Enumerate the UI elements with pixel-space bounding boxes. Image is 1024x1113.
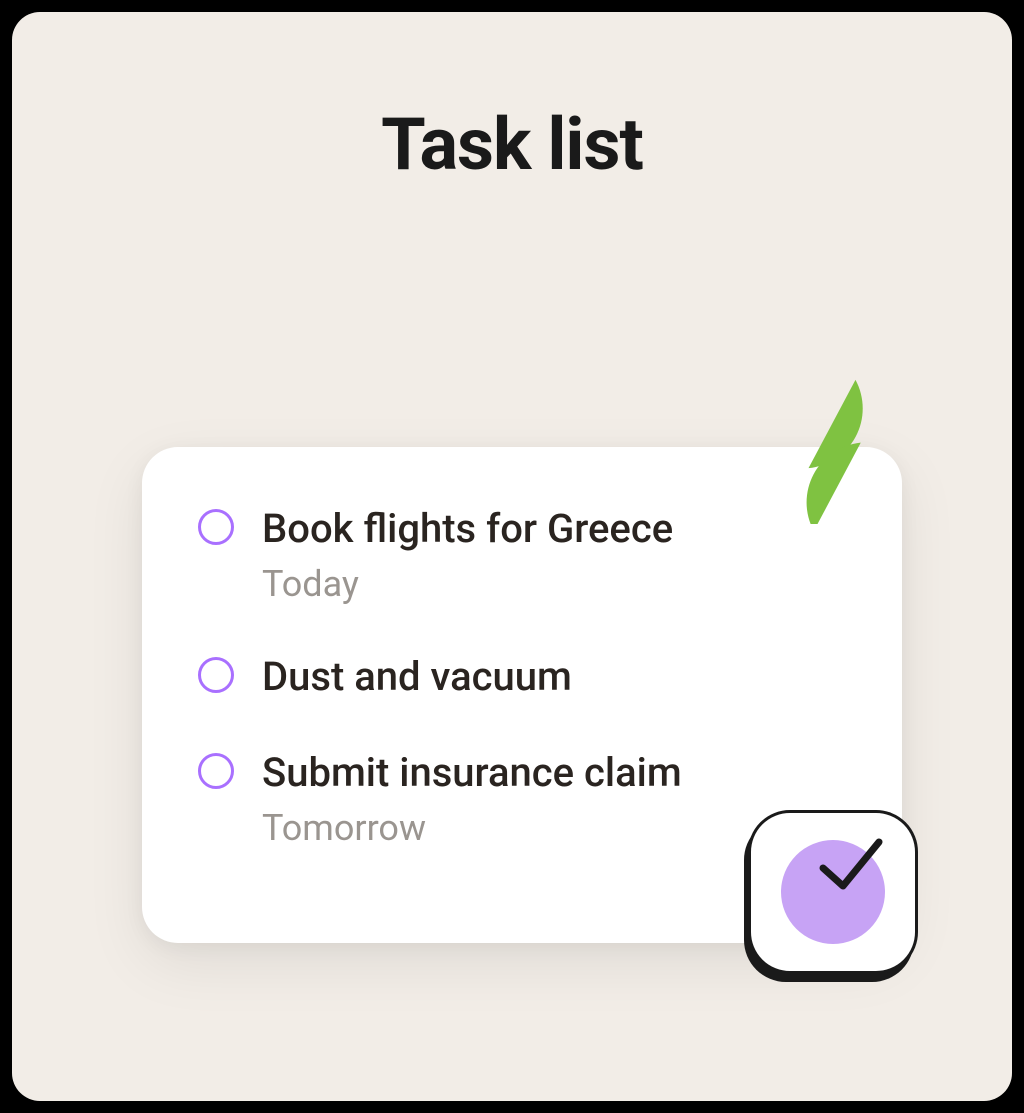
- task-title: Dust and vacuum: [262, 653, 572, 701]
- task-text-group: Dust and vacuum: [262, 653, 572, 701]
- task-checkbox[interactable]: [198, 753, 234, 789]
- task-text-group: Submit insurance claim Tomorrow: [262, 749, 682, 849]
- task-due-date: Tomorrow: [262, 807, 682, 849]
- task-list-canvas: Task list Book flights for Greece Today …: [12, 12, 1012, 1101]
- task-due-date: Today: [262, 563, 673, 605]
- leaf-decoration-icon: [732, 364, 932, 524]
- page-title: Task list: [12, 102, 1012, 187]
- task-text-group: Book flights for Greece Today: [262, 505, 673, 605]
- task-title: Book flights for Greece: [262, 505, 673, 553]
- task-checkbox[interactable]: [198, 657, 234, 693]
- task-row[interactable]: Dust and vacuum: [198, 653, 852, 701]
- task-checkbox[interactable]: [198, 509, 234, 545]
- completion-badge-icon: [748, 810, 922, 978]
- task-title: Submit insurance claim: [262, 749, 682, 797]
